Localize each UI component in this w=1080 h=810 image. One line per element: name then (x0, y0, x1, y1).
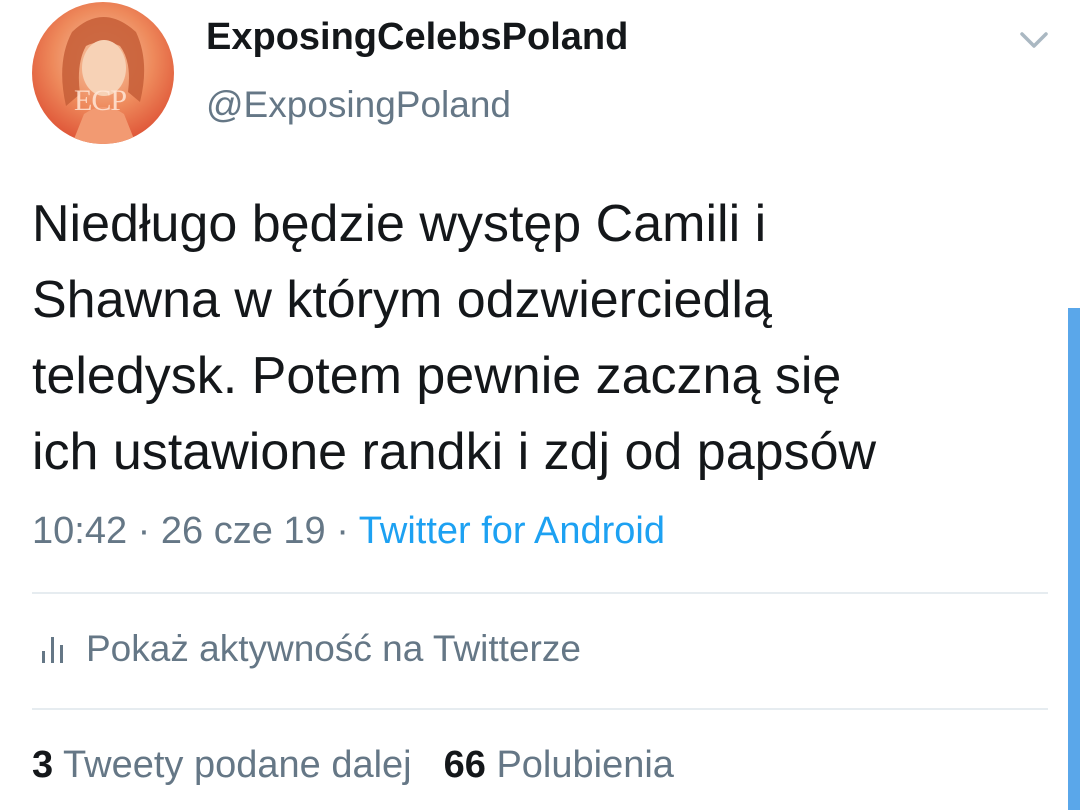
user-handle[interactable]: @ExposingPoland (206, 84, 511, 126)
scrollbar[interactable] (1068, 308, 1080, 810)
likes-stat[interactable]: 66 Polubienia (444, 744, 674, 786)
retweets-label: Tweety podane dalej (63, 744, 412, 786)
tweet-text-line: Niedługo będzie występ Camili i (32, 195, 767, 253)
meta-separator: · (137, 510, 151, 552)
tweet-time: 10:42 (32, 510, 128, 552)
divider (32, 708, 1048, 710)
likes-label: Polubienia (496, 744, 674, 786)
tweet-text-line: teledysk. Potem pewnie zaczną się (32, 347, 842, 405)
retweets-stat[interactable]: 3 Tweety podane dalej (32, 744, 412, 786)
avatar-logo-mark: ECP (74, 84, 127, 117)
show-activity-button[interactable]: Pokaż aktywność na Twitterze (36, 628, 581, 670)
likes-count: 66 (443, 744, 486, 786)
chevron-down-icon[interactable] (1016, 26, 1052, 54)
bar-chart-icon (42, 637, 63, 663)
profile-photo-icon (62, 17, 145, 144)
meta-separator: · (336, 510, 349, 552)
display-name[interactable]: ExposingCelebsPoland (206, 16, 628, 59)
tweet-meta: 10:42 · 26 cze 19 · Twitter for Android (32, 510, 665, 553)
avatar[interactable]: ECP (32, 2, 174, 144)
tweet-date: 26 cze 19 (160, 510, 326, 552)
show-activity-label: Pokaż aktywność na Twitterze (86, 628, 581, 669)
divider (32, 592, 1048, 594)
tweet-text: Niedługo będzie występ Camili i Shawna w… (32, 186, 1032, 490)
retweets-count: 3 (32, 744, 54, 786)
tweet-text-line: Shawna w którym odzwierciedlą (32, 271, 772, 329)
tweet-text-line: ich ustawione randki i zdj od papsów (32, 423, 877, 481)
tweet-stats: 3 Tweety podane dalej 66 Polubienia (32, 744, 674, 787)
tweet-source-link[interactable]: Twitter for Android (359, 510, 665, 552)
